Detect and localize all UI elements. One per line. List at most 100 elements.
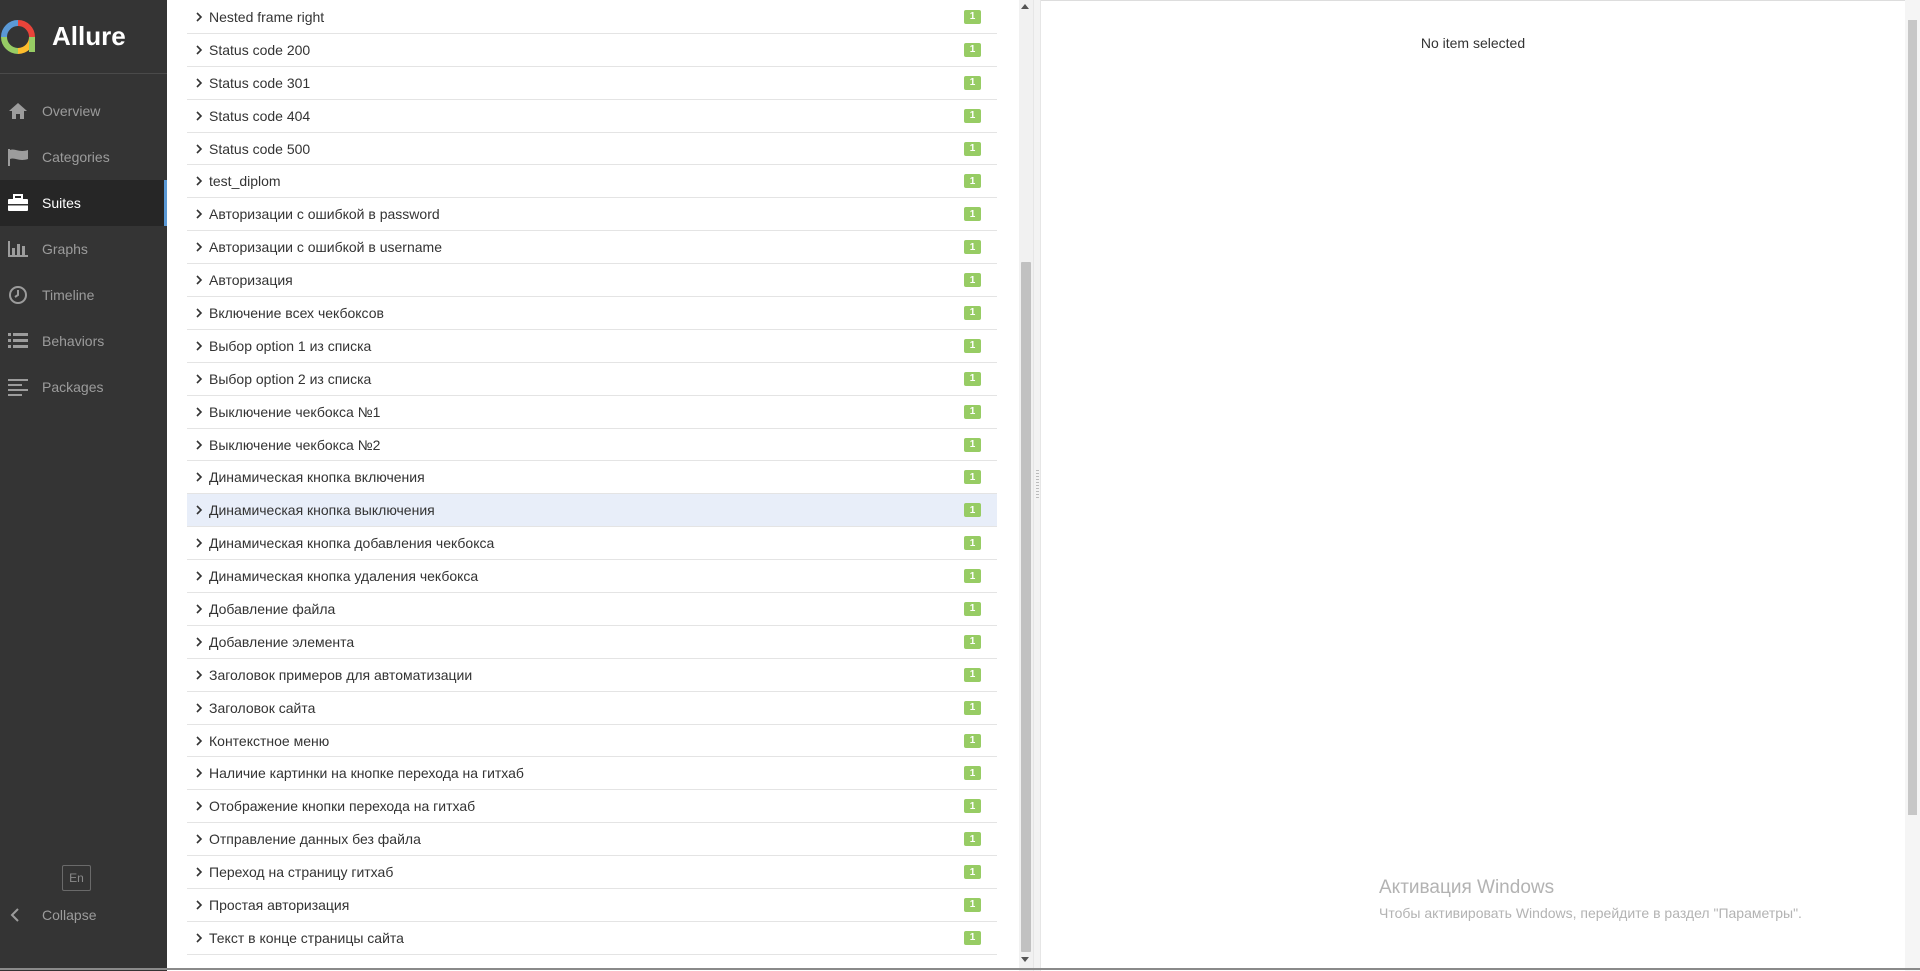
tree-row[interactable]: Status code 404 1	[187, 100, 997, 133]
scroll-down-arrow-icon[interactable]	[1021, 957, 1029, 962]
nav-item-suites[interactable]: Suites	[0, 180, 167, 226]
nav-item-behaviors[interactable]: Behaviors	[0, 318, 167, 364]
passed-count-badge: 1	[964, 404, 981, 419]
bar-chart-icon	[5, 238, 31, 260]
tree-row[interactable]: test_diplom 1	[187, 165, 997, 199]
tree-row[interactable]: Контекстное меню 1	[187, 725, 997, 758]
allure-logo-icon	[1, 19, 35, 54]
list-icon	[5, 330, 31, 352]
tree-row-label: Динамическая кнопка выключения	[209, 502, 435, 519]
tree-row-label: Заголовок примеров для автоматизации	[209, 666, 473, 683]
nav-item-label: Packages	[42, 379, 104, 395]
tree-row[interactable]: Переход на страницу гитхаб 1	[187, 856, 997, 890]
tree-row[interactable]: Динамическая кнопка выключения 1	[187, 494, 997, 528]
tree-row-label: Выключение чекбокса №2	[209, 436, 381, 453]
passed-count-badge: 1	[964, 207, 981, 222]
tree-row[interactable]: Добавление элемента 1	[187, 626, 997, 659]
tree-row-label: Динамическая кнопка включения	[209, 469, 425, 486]
tree-row-label: Авторизация	[209, 272, 293, 289]
tree-row[interactable]: Динамическая кнопка добавления чекбокса 1	[187, 527, 997, 561]
tree-row[interactable]: Заголовок примеров для автоматизации 1	[187, 659, 997, 692]
pane-splitter[interactable]	[1033, 0, 1041, 971]
brand[interactable]: Allure	[0, 0, 167, 74]
nav-item-graphs[interactable]: Graphs	[0, 226, 167, 272]
nav-item-label: Suites	[42, 195, 81, 211]
chevron-right-icon	[195, 471, 205, 483]
tree-row-label: Простая авторизация	[209, 896, 350, 913]
suites-tree-pane: Nested frame right 1 Status code 200 1 Statu…	[167, 0, 1019, 971]
tree-row-label: Текст в конце страницы сайта	[209, 929, 404, 946]
chevron-right-icon	[195, 175, 205, 187]
chevron-right-icon	[195, 110, 205, 122]
language-switch[interactable]: En	[62, 865, 91, 891]
passed-count-badge: 1	[964, 42, 981, 57]
tree-row[interactable]: Заголовок сайта 1	[187, 692, 997, 725]
chevron-right-icon	[195, 932, 205, 944]
scroll-thumb[interactable]	[1021, 262, 1031, 952]
chevron-right-icon	[195, 143, 205, 155]
scroll-up-arrow-icon[interactable]	[1021, 4, 1029, 9]
chevron-right-icon	[195, 537, 205, 549]
splitter-grip-icon[interactable]	[1036, 470, 1039, 500]
tree-row[interactable]: Status code 500 1	[187, 133, 997, 166]
chevron-right-icon	[195, 340, 205, 352]
tree-row[interactable]: Текст в конце страницы сайта 1	[187, 922, 997, 955]
tree-row[interactable]: Простая авторизация 1	[187, 889, 997, 922]
window-scroll-thumb[interactable]	[1908, 20, 1917, 815]
collapse-label: Collapse	[42, 907, 97, 923]
flag-icon	[5, 146, 31, 168]
tree-row[interactable]: Выбор option 2 из списка 1	[187, 363, 997, 396]
tree-row[interactable]: Выбор option 1 из списка 1	[187, 330, 997, 363]
tree-row-label: Отображение кнопки перехода на гитхаб	[209, 798, 476, 815]
tree-row[interactable]: Включение всех чекбоксов 1	[187, 297, 997, 330]
align-left-icon	[5, 376, 31, 398]
passed-count-badge: 1	[964, 667, 981, 682]
tree-row[interactable]: Status code 301 1	[187, 67, 997, 100]
tree-row-label: Динамическая кнопка удаления чекбокса	[209, 568, 479, 585]
tree-row[interactable]: Выключение чекбокса №2 1	[187, 429, 997, 462]
passed-count-badge: 1	[964, 338, 981, 353]
tree-row[interactable]: Отображение кнопки перехода на гитхаб 1	[187, 790, 997, 824]
tree-row-label: Status code 500	[209, 140, 311, 157]
nav-item-overview[interactable]: Overview	[0, 88, 167, 134]
tree-row[interactable]: Динамическая кнопка удаления чекбокса 1	[187, 560, 997, 594]
nav-item-packages[interactable]: Packages	[0, 364, 167, 410]
chevron-right-icon	[195, 274, 205, 286]
tree-row-label: Выключение чекбокса №1	[209, 403, 381, 420]
nav-item-label: Timeline	[42, 287, 95, 303]
brand-name: Allure	[52, 21, 126, 51]
tree-row-label: Status code 404	[209, 107, 311, 124]
tree-row[interactable]: Выключение чекбокса №1 1	[187, 396, 997, 429]
chevron-right-icon	[195, 504, 205, 516]
collapse-button[interactable]: Collapse	[0, 900, 167, 930]
tree-row[interactable]: Авторизация 1	[187, 264, 997, 298]
window-scrollbar[interactable]	[1905, 0, 1920, 971]
passed-count-badge: 1	[964, 75, 981, 90]
tree-row[interactable]: Динамическая кнопка включения 1	[187, 461, 997, 495]
tree-row[interactable]: Отправление данных без файла 1	[187, 823, 997, 857]
chevron-right-icon	[195, 767, 205, 779]
passed-count-badge: 1	[964, 240, 981, 255]
tree-row[interactable]: Авторизации с ошибкой в username 1	[187, 231, 997, 265]
no-item-selected-text: No item selected	[1420, 35, 1526, 51]
chevron-right-icon	[195, 570, 205, 582]
watermark-subtitle: Чтобы активировать Windows, перейдите в …	[1379, 905, 1802, 921]
tree-row-label: Добавление файла	[209, 600, 336, 617]
tree-row[interactable]: Наличие картинки на кнопке перехода на г…	[187, 757, 997, 791]
passed-count-badge: 1	[964, 865, 981, 880]
tree-row[interactable]: Авторизации с ошибкой в password 1	[187, 198, 997, 232]
chevron-right-icon	[195, 735, 205, 747]
nav-item-timeline[interactable]: Timeline	[0, 272, 167, 318]
passed-count-badge: 1	[964, 141, 981, 156]
tree-row[interactable]: Nested frame right 1	[187, 1, 997, 34]
nav-item-categories[interactable]: Categories	[0, 134, 167, 180]
chevron-right-icon	[195, 636, 205, 648]
tree-row-label: Выбор option 2 из списка	[209, 370, 372, 387]
passed-count-badge: 1	[964, 9, 981, 24]
passed-count-badge: 1	[964, 799, 981, 814]
windows-activation-watermark: Активация Windows Чтобы активировать Win…	[1379, 877, 1802, 921]
chevron-right-icon	[195, 866, 205, 878]
tree-row[interactable]: Добавление файла 1	[187, 593, 997, 626]
tree-scrollbar[interactable]	[1019, 0, 1033, 971]
tree-row[interactable]: Status code 200 1	[187, 34, 997, 67]
